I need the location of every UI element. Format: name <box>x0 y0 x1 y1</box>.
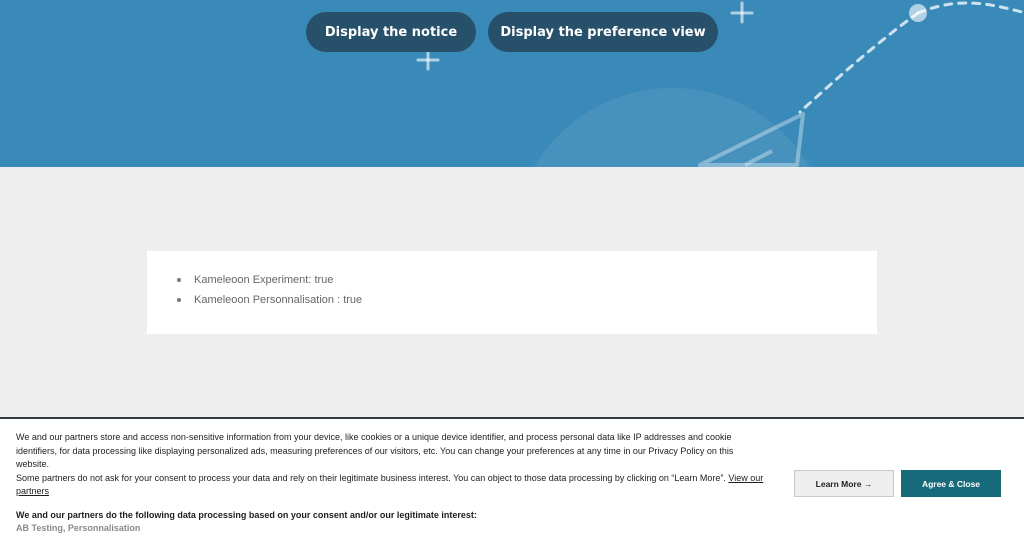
status-item-experiment: Kameleoon Experiment: true <box>177 273 877 287</box>
status-item-personnalisation: Kameleoon Personnalisation : true <box>177 293 877 307</box>
purposes-title: We and our partners do the following dat… <box>16 509 477 520</box>
consent-status-list: Kameleoon Experiment: true Kameleoon Per… <box>147 251 877 307</box>
hero-banner: Display the notice Display the preferenc… <box>0 0 1024 167</box>
consent-banner: We and our partners store and access non… <box>0 417 1024 544</box>
agree-close-button[interactable]: Agree & Close <box>901 470 1001 497</box>
display-notice-button[interactable]: Display the notice <box>306 12 476 52</box>
consent-paragraph-2-text: Some partners do not ask for your consen… <box>16 472 726 483</box>
display-preference-view-button[interactable]: Display the preference view <box>488 12 718 52</box>
consent-text: We and our partners store and access non… <box>16 431 766 536</box>
consent-paragraph-2: Some partners do not ask for your consen… <box>16 472 766 499</box>
learn-more-button[interactable]: Learn More → <box>794 470 894 497</box>
consent-status-card: Kameleoon Experiment: true Kameleoon Per… <box>147 251 877 334</box>
purposes-list: AB Testing, Personnalisation <box>16 523 141 533</box>
consent-paragraph-1: We and our partners store and access non… <box>16 432 734 469</box>
